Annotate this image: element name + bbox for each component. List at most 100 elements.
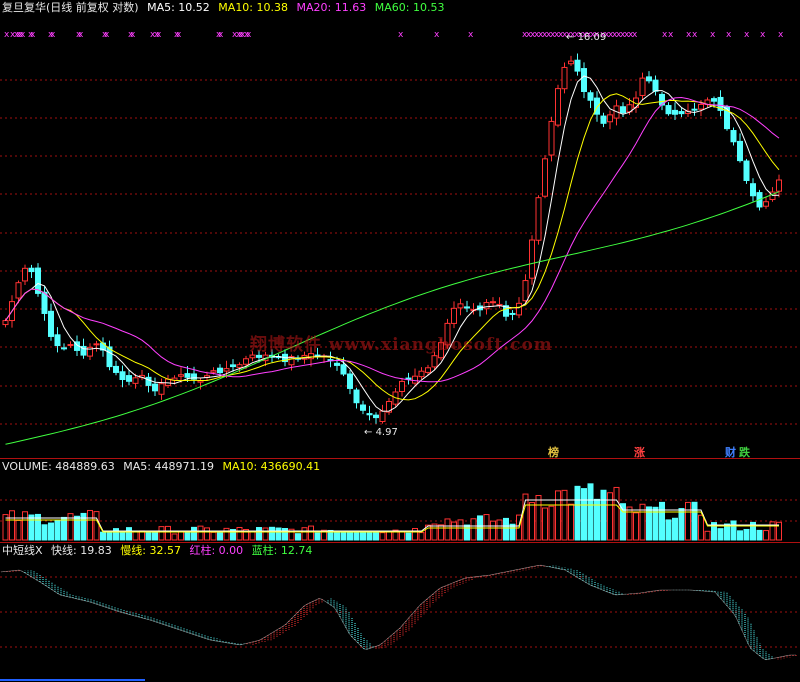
volume-bar-up — [633, 512, 639, 541]
x-marker: x — [692, 30, 698, 40]
event-mark-bang[interactable]: 榜 — [548, 444, 559, 460]
candle-up — [451, 307, 457, 324]
volume-bar-up — [210, 531, 217, 541]
candle-down — [464, 306, 470, 309]
candle-down — [347, 373, 353, 389]
volume-bar-down — [340, 532, 347, 541]
volume-bar-up — [568, 503, 574, 541]
candle-up — [490, 301, 496, 304]
volume-ma5-value: MA5: 448971.19 — [123, 460, 214, 473]
candle-up — [483, 302, 490, 310]
x-marker: x — [78, 30, 84, 40]
volume-bar-up — [490, 520, 496, 541]
candle-up — [67, 344, 74, 347]
volume-bar-up — [457, 519, 464, 541]
volume-bar-up — [158, 526, 165, 541]
volume-bar-up — [555, 490, 561, 541]
volume-bar-down — [405, 532, 412, 541]
volume-bar-down — [691, 501, 698, 541]
x-marker: x — [710, 30, 716, 40]
candle-up — [568, 60, 574, 65]
volume-bar-up — [483, 514, 490, 541]
main-chart-header: 复旦复华(日线 前复权 对数) MA5: 10.52 MA10: 10.38 M… — [2, 0, 449, 15]
candle-down — [230, 364, 236, 368]
low-price-value: 4.97 — [375, 427, 398, 438]
volume-bar-up — [438, 524, 444, 541]
volume-bar-down — [581, 488, 587, 541]
volume-bar-up — [698, 514, 704, 541]
volume-bar-down — [184, 530, 191, 541]
candle-down — [256, 354, 262, 358]
volume-bar-up — [262, 527, 269, 541]
candle-up — [236, 364, 243, 368]
x-marker: x — [246, 30, 252, 40]
volume-bar-down — [282, 528, 288, 541]
x-marker: x — [398, 30, 404, 40]
volume-bar-up — [308, 525, 314, 541]
event-mark-zhang[interactable]: 涨 — [634, 444, 645, 460]
volume-bar-down — [360, 531, 366, 541]
candle-down — [587, 92, 594, 101]
volume-bar-down — [672, 517, 678, 541]
candle-down — [652, 79, 659, 92]
volume-bar-up — [22, 511, 28, 541]
candle-down — [743, 160, 750, 181]
oscillator-name: 中短线X — [2, 544, 43, 557]
candle-up — [776, 179, 782, 192]
volume-bar-up — [763, 530, 769, 541]
watermark: 翔博软件 www.xiangbosoft.com — [250, 335, 553, 355]
volume-value: VOLUME: 484889.63 — [2, 460, 115, 473]
candle-down — [373, 414, 379, 419]
candle-up — [379, 410, 386, 423]
candle-up — [548, 120, 555, 156]
volume-bar-down — [756, 529, 763, 541]
candle-up — [763, 201, 769, 207]
volume-bar-down — [126, 527, 132, 541]
candle-up — [243, 358, 249, 365]
slow-line-value: 慢线: 32.57 — [120, 544, 181, 557]
volume-bar-down — [119, 531, 126, 541]
x-marker: x — [218, 30, 224, 40]
volume-bar-up — [379, 532, 386, 541]
candle-up — [516, 302, 522, 316]
x-marker: x — [20, 30, 26, 40]
volume-bar-up — [529, 502, 535, 541]
x-marker: x — [50, 30, 56, 40]
volume-bar-up — [9, 510, 15, 541]
volume-bar-down — [730, 520, 737, 541]
candle-up — [22, 267, 28, 282]
candle-up — [542, 158, 548, 197]
blue-bar-value: 蓝柱: 12.74 — [251, 544, 313, 557]
volume-bar-up — [444, 518, 451, 541]
volume-bar-down — [366, 532, 373, 541]
candle-up — [158, 383, 165, 395]
x-marker: x — [468, 30, 474, 40]
candle-up — [425, 367, 431, 373]
volume-bar-down — [659, 501, 665, 541]
volume-bar-down — [41, 524, 48, 541]
event-mark-die[interactable]: 跌 — [739, 444, 750, 460]
candle-down — [54, 334, 61, 347]
volume-bar-up — [496, 519, 503, 541]
volume-bar-up — [418, 532, 425, 541]
event-mark-cai[interactable]: 财 — [725, 444, 736, 460]
candle-down — [620, 106, 626, 114]
x-marker: x — [104, 30, 110, 40]
red-bar-value: 红柱: 0.00 — [189, 544, 244, 557]
candle-down — [711, 98, 717, 102]
candle-up — [457, 303, 464, 309]
volume-bar-down — [665, 519, 672, 541]
candle-down — [665, 105, 672, 115]
volume-bar-up — [704, 530, 711, 541]
candle-up — [178, 374, 184, 377]
volume-bar-up — [236, 526, 243, 541]
candle-up — [561, 66, 568, 90]
volume-panel-header: VOLUME: 484889.63 MA5: 448971.19 MA10: 4… — [2, 459, 325, 474]
volume-bar-up — [613, 486, 620, 541]
volume-bar-down — [269, 526, 275, 541]
volume-bar-down — [678, 508, 685, 541]
x-marker: x — [726, 30, 732, 40]
candle-down — [678, 111, 685, 115]
candle-up — [93, 343, 100, 346]
volume-bar-up — [451, 521, 457, 541]
